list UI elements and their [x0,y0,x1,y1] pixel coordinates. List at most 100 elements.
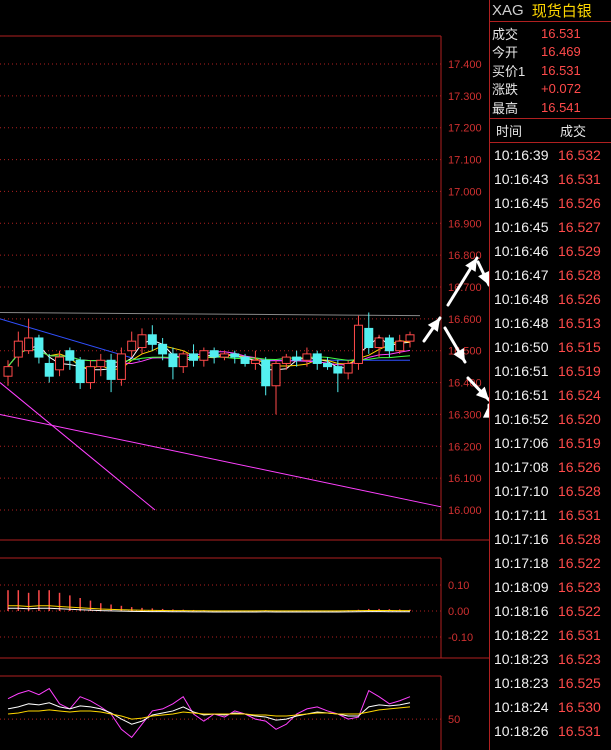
quote-value: 16.469 [541,44,581,60]
trade-row[interactable]: 10:16:51 16.524 [490,383,611,407]
candle-body [261,359,271,387]
trades-time-header: 时间 [496,123,523,139]
trade-row[interactable]: 10:18:22 16.531 [490,623,611,647]
quote-row: 最高 16.541 [490,98,611,117]
trade-time: 10:16:51 [494,386,549,403]
trade-row[interactable]: 10:16:47 16.528 [490,263,611,287]
trade-row[interactable]: 10:18:23 16.523 [490,647,611,671]
trade-row[interactable]: 10:16:43 16.531 [490,167,611,191]
trade-price: 16.526 [558,194,601,211]
trade-price: 16.524 [558,386,601,403]
trade-row[interactable]: 10:17:18 16.522 [490,551,611,575]
trade-time: 10:17:10 [494,482,549,499]
y-tick-label: 16.700 [448,282,482,294]
trade-time: 10:16:45 [494,218,549,235]
candle-body [219,353,229,358]
quote-label: 成交 [492,26,519,42]
trades-header: 时间 成交 [490,119,611,143]
candle [323,357,333,370]
kline-chart[interactable]: 16.00016.10016.20016.30016.40016.50016.6… [0,0,489,750]
trade-row[interactable]: 10:17:11 16.531 [490,503,611,527]
candle-body [3,366,13,377]
candle-body [312,353,322,364]
quote-label: 最高 [492,100,519,116]
candle-body [209,350,219,358]
y-tick-label: 16.000 [448,505,482,517]
candle [3,360,13,386]
quote-sidebar: XAG 现货白银 成交 16.531 今开 16.469 买价1 16.531 涨跌 +0.0… [489,0,611,750]
trade-price: 16.526 [558,290,601,307]
trade-time: 10:16:45 [494,194,549,211]
trade-row[interactable]: 10:16:39 16.532 [490,143,611,167]
trade-row[interactable]: 10:16:50 16.515 [490,335,611,359]
symbol-header: XAG 现货白银 [490,0,611,22]
candle [261,357,271,396]
candle [292,350,302,367]
candle-body [106,359,116,380]
trade-row[interactable]: 10:18:24 16.530 [490,695,611,719]
candle-body [85,366,95,384]
candle [353,315,363,370]
candle-body [405,334,415,342]
quote-value: 16.531 [541,25,581,41]
trade-row[interactable]: 10:17:16 16.528 [490,527,611,551]
candle-body [199,350,209,361]
trade-time: 10:16:48 [494,314,549,331]
candle-body [230,353,240,358]
candlestick-panel: 16.00016.10016.20016.30016.40016.50016.6… [0,35,489,541]
candle-body [75,359,85,384]
quote-value: 16.541 [541,99,581,115]
quote-label: 涨跌 [492,82,519,98]
quote-panel: 成交 16.531 今开 16.469 买价1 16.531 涨跌 +0.072 最高 16.54… [490,22,611,119]
trade-price: 16.531 [558,170,601,187]
symbol-code: XAG [492,2,524,19]
candle-body [127,340,137,352]
kdj-line [7,702,411,725]
trade-price: 16.528 [558,530,601,547]
y-tick-label: 0.10 [448,580,469,592]
trade-price: 16.515 [558,338,601,355]
candle [44,353,54,383]
trade-row[interactable]: 10:16:45 16.526 [490,191,611,215]
quote-value: 16.531 [541,62,581,78]
trade-row[interactable]: 10:16:48 16.513 [490,311,611,335]
y-tick-label: 16.100 [448,473,482,485]
trades-list[interactable]: 10:16:39 16.532 10:16:43 16.531 10:16:45 16.5… [490,143,611,743]
candle [65,347,75,370]
trade-row[interactable]: 10:18:23 16.525 [490,671,611,695]
trade-row[interactable]: 10:16:51 16.519 [490,359,611,383]
macd-panel: 0.10 0.00 -0.10 [0,557,489,659]
trade-price: 16.519 [558,434,601,451]
candle [178,350,188,374]
trade-row[interactable]: 10:17:06 16.519 [490,431,611,455]
trade-price: 16.529 [558,242,601,259]
trade-row[interactable]: 10:18:26 16.531 [490,719,611,743]
trade-row[interactable]: 10:17:10 16.528 [490,479,611,503]
candle-body [302,353,312,361]
quote-row: 今开 16.469 [490,43,611,62]
trade-price: 16.527 [558,218,601,235]
trade-row[interactable]: 10:18:16 16.522 [490,599,611,623]
trade-row[interactable]: 10:16:52 16.520 [490,407,611,431]
trades-price-header: 成交 [560,123,587,139]
trade-row[interactable]: 10:17:08 16.526 [490,455,611,479]
candle [250,350,260,370]
trade-row[interactable]: 10:18:09 16.523 [490,575,611,599]
candle-body [13,340,23,358]
candle [96,353,106,377]
y-tick-label: 16.900 [448,218,482,230]
trade-price: 16.519 [558,362,601,379]
candle [281,353,291,370]
trade-row[interactable]: 10:16:48 16.526 [490,287,611,311]
y-tick-label: 17.000 [448,186,482,198]
trade-time: 10:17:18 [494,554,549,571]
trade-price: 16.531 [558,722,601,739]
candle-body [292,356,302,361]
trade-row[interactable]: 10:16:46 16.529 [490,239,611,263]
trend-line [0,413,442,508]
trade-time: 10:17:06 [494,434,549,451]
trade-row[interactable]: 10:16:45 16.527 [490,215,611,239]
candle [209,347,219,364]
trade-time: 10:17:08 [494,458,549,475]
y-tick-label: 16.500 [448,346,482,358]
